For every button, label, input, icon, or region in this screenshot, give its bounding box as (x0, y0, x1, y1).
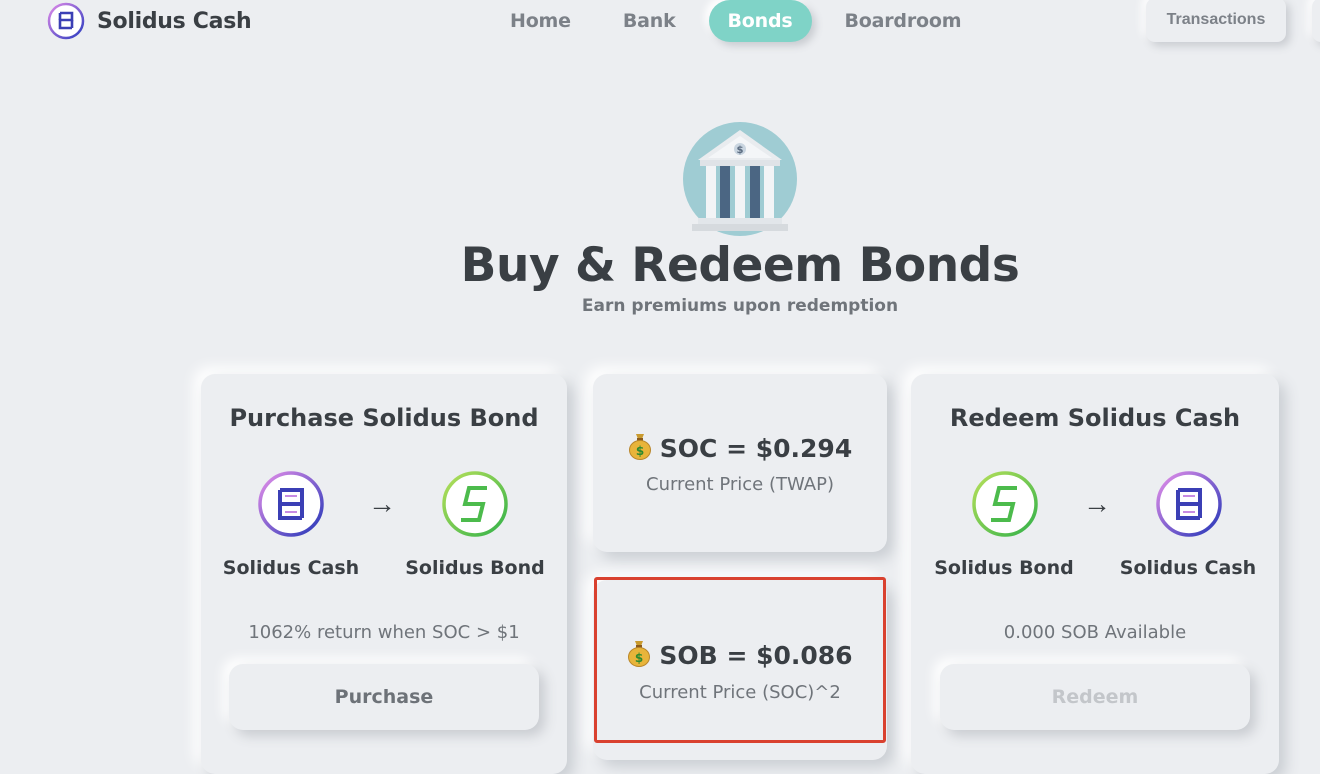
nav-boardroom[interactable]: Boardroom (826, 0, 981, 42)
page-title: Buy & Redeem Bonds (460, 238, 1020, 293)
account-button[interactable] (1312, 0, 1320, 42)
solidus-cash-logo-icon (47, 2, 85, 40)
redeem-card-title: Redeem Solidus Cash (949, 404, 1241, 432)
brand[interactable]: Solidus Cash (47, 2, 252, 40)
redeem-button[interactable]: Redeem (940, 664, 1250, 730)
nav-home[interactable]: Home (491, 0, 590, 42)
solidus-bond-token-icon (972, 471, 1038, 537)
soc-price-label: Current Price (TWAP) (646, 474, 834, 495)
transactions-button[interactable]: Transactions (1146, 0, 1286, 42)
brand-name: Solidus Cash (97, 8, 252, 34)
purchase-to-token-label: Solidus Bond (405, 557, 545, 579)
soc-price-text: SOC = $0.294 (659, 434, 853, 463)
money-bag-icon: $ (628, 434, 651, 460)
main-nav: Home Bank Bonds Boardroom (491, 0, 980, 42)
purchase-return-info: 1062% return when SOC > $1 (248, 622, 520, 643)
purchase-from-token-label: Solidus Cash (222, 557, 360, 579)
redeem-to-token-label: Solidus Cash (1119, 557, 1257, 579)
redeem-available-info: 0.000 SOB Available (1003, 622, 1187, 643)
solidus-bond-token-icon (442, 471, 508, 537)
bank-building-icon: $ (683, 122, 797, 236)
redeem-arrow-icon: → (1083, 488, 1111, 519)
highlight-annotation-box (594, 577, 886, 743)
soc-price-card (593, 374, 887, 552)
solidus-cash-token-icon (258, 471, 324, 537)
purchase-arrow-icon: → (368, 488, 396, 519)
svg-text:$: $ (737, 145, 744, 156)
svg-text:$: $ (636, 444, 644, 458)
solidus-cash-token-icon (1156, 471, 1222, 537)
soc-price-value: $ SOC = $0.294 (593, 432, 887, 463)
page-subtitle: Earn premiums upon redemption (581, 296, 899, 316)
redeem-from-token-label: Solidus Bond (934, 557, 1074, 579)
nav-bonds[interactable]: Bonds (708, 0, 812, 42)
purchase-button[interactable]: Purchase (229, 664, 539, 730)
purchase-card-title: Purchase Solidus Bond (229, 404, 539, 432)
nav-bank[interactable]: Bank (604, 0, 695, 42)
